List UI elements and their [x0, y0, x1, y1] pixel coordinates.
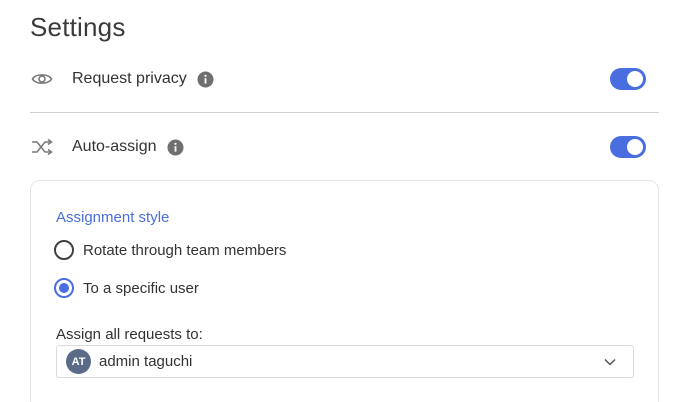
assign-to-label: Assign all requests to: [56, 326, 203, 343]
info-icon[interactable] [197, 71, 214, 88]
request-privacy-row: Request privacy [30, 62, 648, 96]
assignment-panel: Assignment style Rotate through team mem… [30, 180, 659, 402]
radio-label: Rotate through team members [83, 241, 287, 259]
settings-page: Settings Request privacy Auto-assign Ass… [0, 0, 680, 402]
eye-icon [30, 67, 54, 91]
selected-user-name: admin taguchi [99, 353, 193, 370]
auto-assign-label: Auto-assign [72, 138, 157, 155]
toggle-knob [627, 71, 643, 87]
assignee-select[interactable]: AT admin taguchi [56, 345, 634, 378]
assignment-style-heading: Assignment style [56, 209, 170, 226]
request-privacy-label: Request privacy [72, 70, 187, 87]
auto-assign-toggle[interactable] [610, 136, 646, 158]
auto-assign-row: Auto-assign [30, 130, 648, 164]
request-privacy-toggle[interactable] [610, 68, 646, 90]
chevron-down-icon [603, 355, 617, 369]
info-icon[interactable] [167, 139, 184, 156]
radio-label: To a specific user [83, 279, 199, 297]
page-title: Settings [30, 12, 126, 42]
divider [30, 112, 659, 113]
radio-option-specific-user[interactable]: To a specific user [54, 276, 199, 300]
avatar: AT [66, 349, 91, 374]
radio-button[interactable] [54, 240, 74, 260]
toggle-knob [627, 139, 643, 155]
radio-button-selected[interactable] [54, 278, 74, 298]
shuffle-icon [30, 135, 54, 159]
radio-option-rotate[interactable]: Rotate through team members [54, 238, 286, 262]
